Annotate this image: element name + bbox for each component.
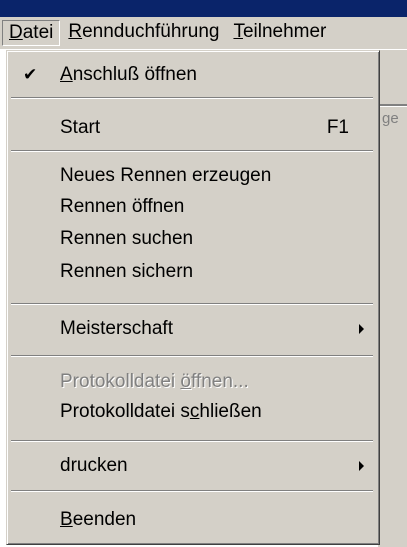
- menu-teilnehmer[interactable]: Teilnehmer: [227, 20, 332, 46]
- label-accel: c: [189, 401, 200, 422]
- menu-item-label: Rennen sichern: [60, 261, 194, 282]
- menu-item-label: Protokolldatei schließen: [60, 397, 262, 426]
- submenu-arrow-icon: [359, 324, 364, 334]
- menu-datei[interactable]: Datei: [2, 20, 61, 46]
- menu-separator: [11, 150, 373, 152]
- menu-item-meisterschaft[interactable]: Meisterschaft: [10, 314, 374, 343]
- menu-item-rennen-suchen[interactable]: Rennen suchen: [10, 224, 374, 253]
- menu-datei-accel: D: [9, 22, 23, 43]
- menu-item-protokolldatei-oeffnen[interactable]: Protokolldatei öffnen...: [10, 367, 374, 396]
- menu-item-beenden[interactable]: Beenden: [10, 505, 374, 534]
- shortcut-label: F1: [326, 117, 349, 138]
- menu-item-label: drucken: [60, 455, 128, 476]
- background-divider-highlight: [380, 106, 407, 107]
- background-label-fragment: ge: [382, 110, 399, 127]
- menu-renndurchfuehrung-rest: ennduchführung: [82, 21, 220, 42]
- datei-dropdown-menu: ✔ Anschluß öffnen Start F1 Neues Rennen …: [6, 50, 380, 545]
- menu-separator: [11, 490, 373, 492]
- menu-separator: [11, 97, 373, 99]
- menu-renndurchfuehrung[interactable]: Rennduchführung: [62, 20, 225, 46]
- label-rest: eenden: [72, 509, 137, 530]
- menu-bar: Datei Rennduchführung Teilnehmer: [0, 17, 407, 50]
- menu-item-label: Rennen öffnen: [60, 196, 185, 217]
- submenu-arrow-icon: [359, 461, 364, 471]
- menu-teilnehmer-accel: T: [233, 21, 243, 42]
- label-rest: nschluß öffnen: [72, 64, 197, 85]
- menu-item-label: Start: [60, 117, 101, 138]
- label-accel: B: [60, 509, 73, 530]
- menu-item-label: Neues Rennen erzeugen: [60, 165, 272, 186]
- menu-separator: [11, 440, 373, 442]
- menu-separator: [11, 355, 373, 357]
- menu-item-label: Meisterschaft: [60, 318, 173, 339]
- label-accel: A: [60, 64, 73, 85]
- menu-item-anschluss-oeffnen[interactable]: ✔ Anschluß öffnen: [10, 60, 374, 89]
- menu-datei-rest: atei: [22, 22, 54, 43]
- checkmark-icon: ✔: [23, 65, 38, 84]
- menu-item-drucken[interactable]: drucken: [10, 451, 374, 480]
- label-prefix: Protokolldatei s: [60, 401, 190, 422]
- menu-item-label: Protokolldatei öffnen...: [60, 367, 249, 396]
- menu-item-label: Rennen suchen: [60, 228, 194, 249]
- menu-renndurchfuehrung-accel: R: [68, 21, 83, 42]
- label-prefix: Protokolldatei: [60, 371, 181, 392]
- menu-item-rennen-sichern[interactable]: Rennen sichern: [10, 257, 374, 286]
- label-accel: ö: [180, 371, 191, 392]
- menu-teilnehmer-rest: eilnehmer: [242, 21, 327, 42]
- menu-item-neues-rennen-erzeugen[interactable]: Neues Rennen erzeugen: [10, 161, 374, 190]
- menu-item-label: Anschluß öffnen: [60, 60, 197, 89]
- window-title-bar: [0, 0, 407, 17]
- menu-item-rennen-oeffnen[interactable]: Rennen öffnen: [10, 192, 374, 221]
- menu-separator: [11, 303, 373, 305]
- menu-item-start[interactable]: Start F1: [10, 113, 374, 142]
- menu-item-label: Beenden: [60, 505, 136, 534]
- menu-item-protokolldatei-schliessen[interactable]: Protokolldatei schließen: [10, 397, 374, 426]
- label-rest: hließen: [199, 401, 262, 422]
- label-rest: ffnen...: [190, 371, 249, 392]
